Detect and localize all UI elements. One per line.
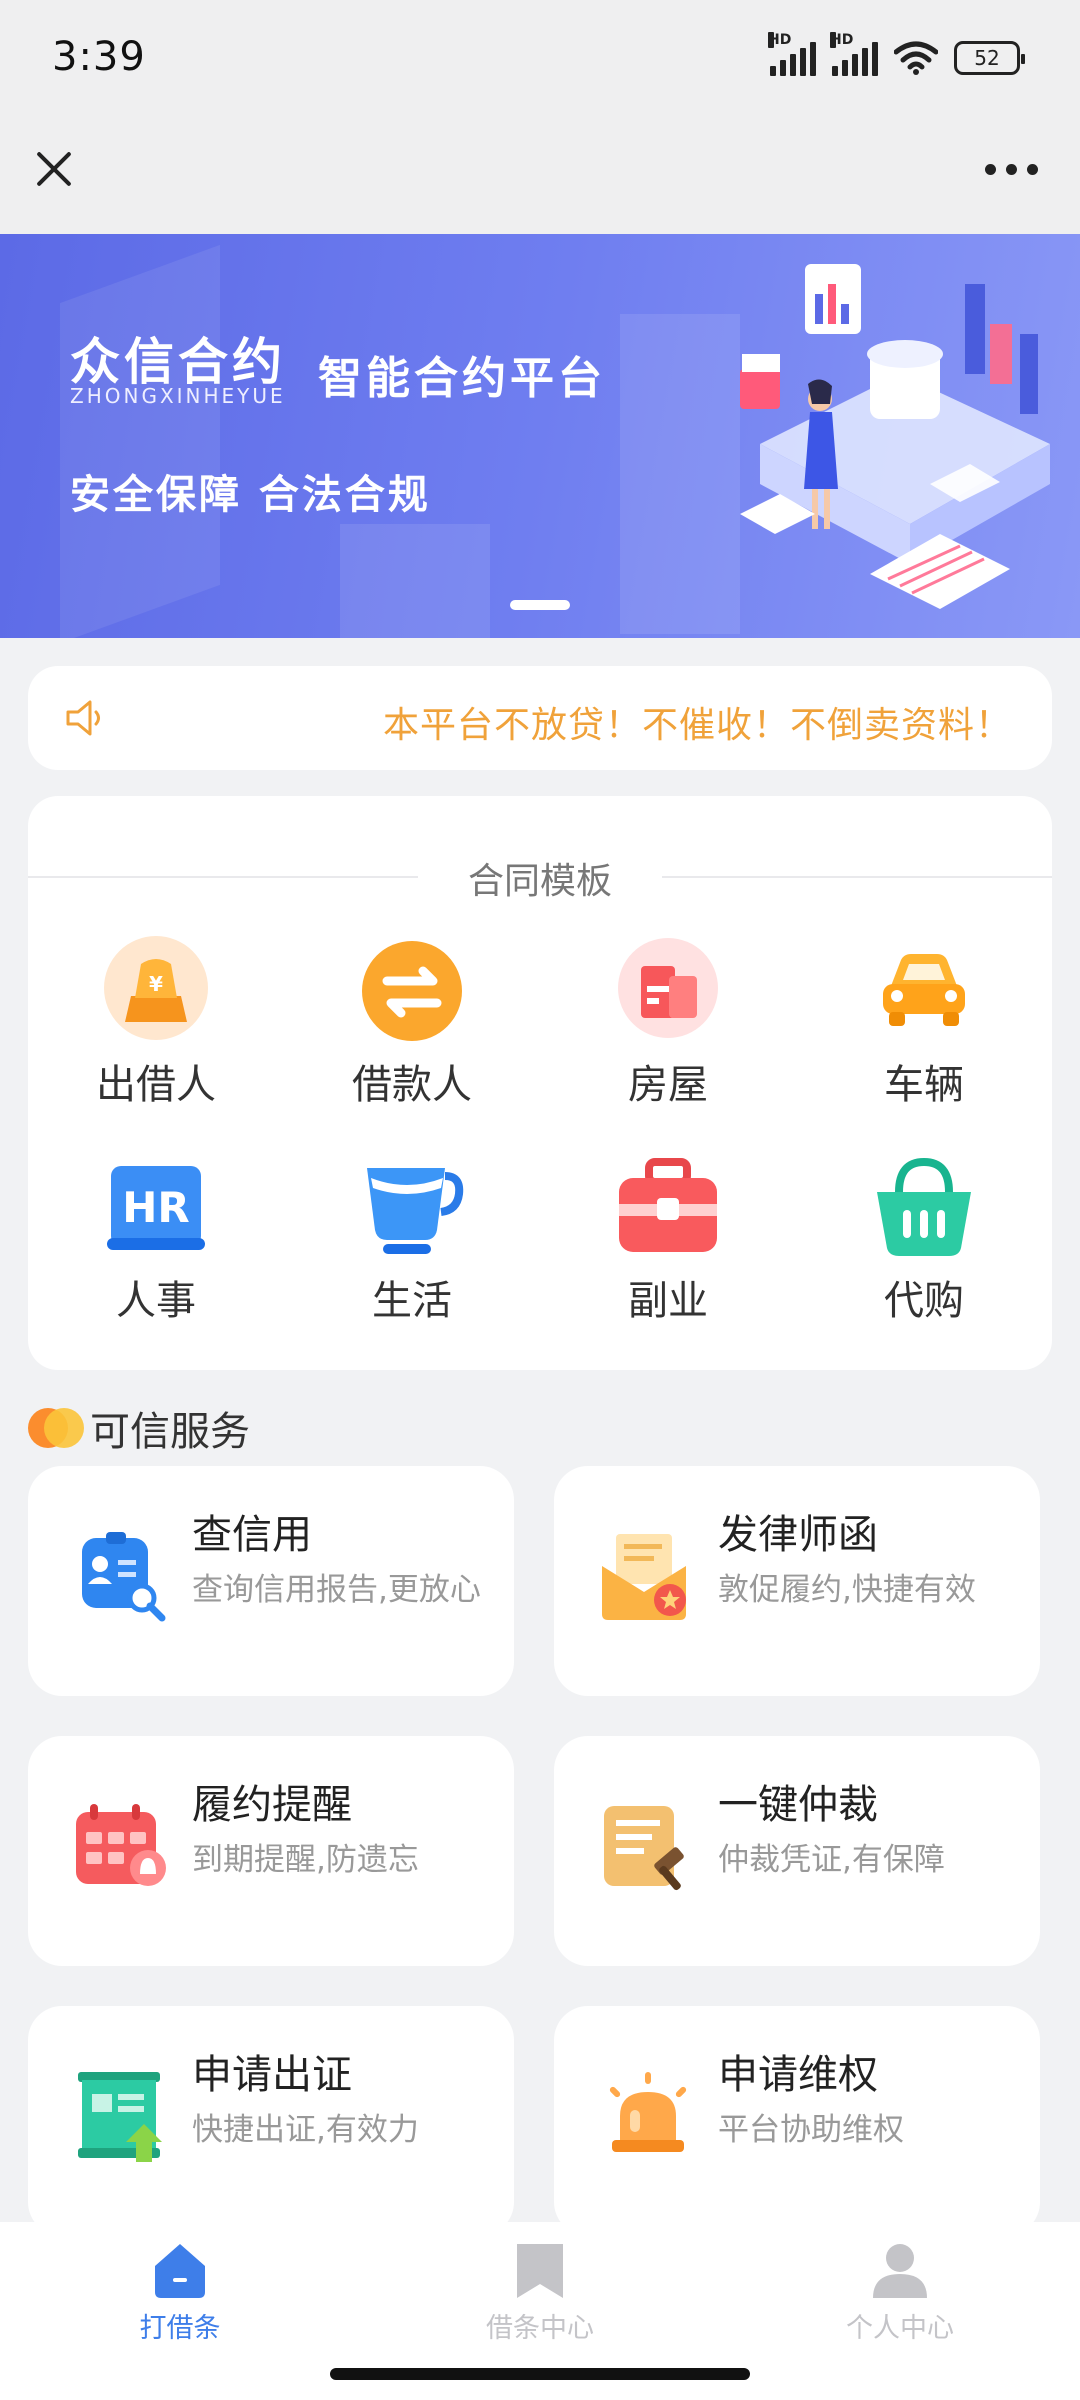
- bookmark-icon: [517, 2244, 563, 2298]
- basket-icon: [877, 1157, 971, 1256]
- battery-icon: 52: [954, 41, 1025, 75]
- banner-decoration: [60, 244, 220, 638]
- service-description: 到期提醒,防遗忘: [192, 1842, 419, 1878]
- service-reminder[interactable]: 履约提醒 到期提醒,防遗忘: [28, 1736, 514, 1966]
- service-name: 申请出证: [192, 2052, 352, 2098]
- section-title: 合同模板: [467, 861, 612, 902]
- section-dots-icon: [28, 1408, 84, 1448]
- wifi-icon: [894, 41, 938, 75]
- car-icon: [883, 954, 965, 1026]
- template-house[interactable]: 房屋: [540, 936, 796, 1110]
- tab-label: 借条中心: [486, 2313, 594, 2344]
- reminder-calendar-icon: [76, 1804, 166, 1886]
- credit-check-icon: [82, 1532, 166, 1622]
- arbitration-icon: [604, 1806, 684, 1891]
- service-lawyer-letter[interactable]: 发律师函 敦促履约,快捷有效: [554, 1466, 1040, 1696]
- service-name: 申请维权: [718, 2052, 878, 2098]
- hr-icon: HR: [107, 1166, 205, 1250]
- user-icon: [873, 2244, 927, 2298]
- service-description: 快捷出证,有效力: [192, 2112, 419, 2148]
- service-description: 仲裁凭证,有保障: [718, 1842, 945, 1878]
- template-label: 出借人: [96, 1062, 216, 1108]
- tab-profile[interactable]: 个人中心: [800, 2240, 1000, 2345]
- template-label: 生活: [372, 1278, 452, 1324]
- nav-bar: [0, 120, 1080, 234]
- briefcase-icon: [619, 1158, 717, 1252]
- template-borrower[interactable]: 借款人: [284, 936, 540, 1110]
- brand-subtitle: ZHONGXINHEYUE: [70, 384, 286, 408]
- service-description: 查询信用报告,更放心: [192, 1572, 481, 1608]
- template-hr[interactable]: HR 人事: [28, 1152, 284, 1326]
- lawyer-letter-icon: [602, 1534, 686, 1620]
- tab-label: 个人中心: [846, 2313, 954, 2344]
- template-label: 车辆: [884, 1062, 964, 1108]
- home-indicator: [330, 2368, 750, 2380]
- service-name: 查信用: [192, 1512, 312, 1558]
- template-label: 人事: [116, 1278, 196, 1324]
- services-header: 可信服务: [28, 1402, 250, 1455]
- template-label: 代购: [884, 1278, 964, 1324]
- section-title: 可信服务: [90, 1409, 250, 1455]
- tab-create-iou[interactable]: 打借条: [80, 2240, 280, 2345]
- notice-bar: 本平台不放贷！不催收！不倒卖资料！: [28, 666, 1052, 770]
- certificate-icon: [78, 2072, 162, 2162]
- template-label: 房屋: [628, 1062, 708, 1108]
- banner-decoration: [340, 524, 490, 638]
- service-rights-protection[interactable]: 申请维权 平台协助维权: [554, 2006, 1040, 2236]
- promo-banner[interactable]: 众信合约 ZHONGXINHEYUE 智能合约平台 安全保障 合法合规: [0, 234, 1080, 638]
- bottom-tab-bar: 打借条 借条中心 个人中心: [0, 2222, 1080, 2400]
- carousel-indicator: [510, 600, 570, 610]
- service-certificate[interactable]: 申请出证 快捷出证,有效力: [28, 2006, 514, 2236]
- status-time: 3:39: [52, 34, 146, 80]
- template-life[interactable]: 生活: [284, 1152, 540, 1326]
- service-credit-check[interactable]: 查信用 查询信用报告,更放心: [28, 1466, 514, 1696]
- platform-illustration: [740, 264, 1050, 609]
- service-name: 发律师函: [718, 1512, 878, 1558]
- service-description: 平台协助维权: [718, 2112, 904, 2148]
- home-icon: [155, 2244, 205, 2298]
- banner-slogan: 智能合约平台: [318, 353, 606, 404]
- template-side-job[interactable]: 副业: [540, 1152, 796, 1326]
- tab-iou-center[interactable]: 借条中心: [440, 2240, 640, 2345]
- notice-text: 本平台不放贷！不催收！不倒卖资料！: [382, 705, 1012, 746]
- service-arbitration[interactable]: 一键仲裁 仲裁凭证,有保障: [554, 1736, 1040, 1966]
- status-icons: HD HD 52: [768, 32, 1025, 76]
- template-grid: ¥ 出借人 借款人 房屋 车辆 HR 人事 生活 副业 代购: [28, 936, 1052, 1326]
- service-name: 一键仲裁: [718, 1782, 878, 1828]
- speaker-icon: [66, 700, 100, 736]
- exchange-icon: [362, 941, 462, 1041]
- template-label: 副业: [628, 1278, 708, 1324]
- cup-icon: [367, 1168, 464, 1254]
- more-options-icon[interactable]: [985, 164, 1038, 175]
- template-label: 借款人: [352, 1062, 472, 1108]
- cellular-signal-icon: HD: [830, 32, 878, 76]
- template-lender[interactable]: ¥ 出借人: [28, 936, 284, 1110]
- contract-templates-card: 合同模板 ¥ 出借人 借款人 房屋 车辆 HR 人事 生活 副业 代购: [28, 796, 1052, 1370]
- service-name: 履约提醒: [192, 1782, 352, 1828]
- money-bag-icon: ¥: [104, 936, 208, 1040]
- close-icon[interactable]: [30, 144, 78, 192]
- status-bar: 3:39 HD HD 52: [0, 0, 1080, 120]
- svg-text:HR: HR: [122, 1183, 190, 1232]
- banner-tagline: 安全保障 合法合规: [70, 472, 431, 518]
- svg-text:¥: ¥: [149, 972, 163, 996]
- house-icon: [618, 938, 718, 1038]
- alarm-icon: [609, 2072, 687, 2152]
- cellular-signal-icon: HD: [768, 32, 816, 76]
- template-purchasing[interactable]: 代购: [796, 1152, 1052, 1326]
- hd-label: HD: [830, 32, 854, 48]
- hd-label: HD: [768, 32, 792, 48]
- tab-label: 打借条: [139, 2313, 221, 2344]
- template-vehicle[interactable]: 车辆: [796, 936, 1052, 1110]
- service-description: 敦促履约,快捷有效: [718, 1572, 976, 1608]
